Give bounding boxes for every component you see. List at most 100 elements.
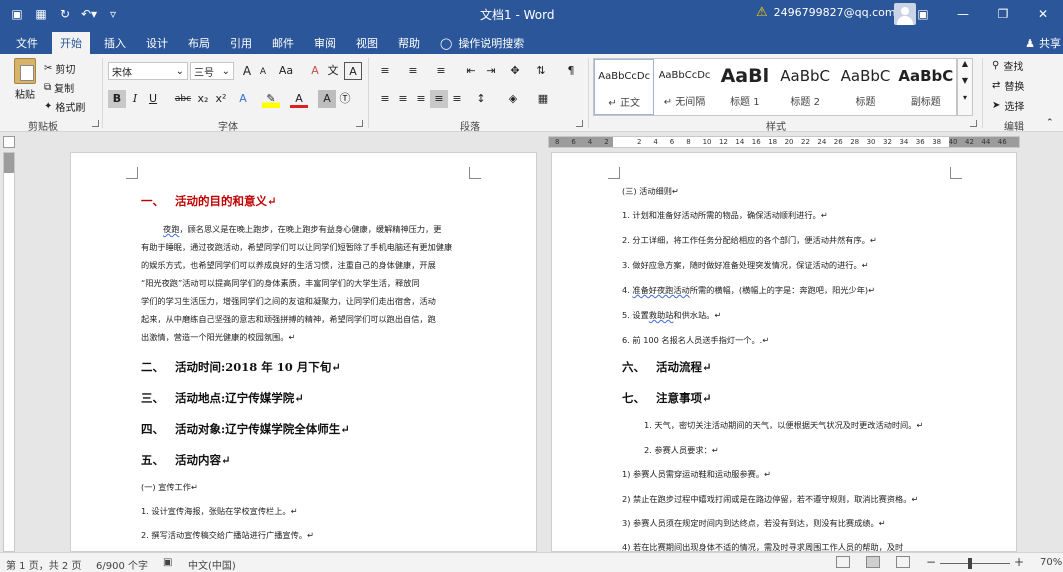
phonetic-guide-icon[interactable]: 文 <box>324 62 342 80</box>
text-effects-button[interactable]: A <box>234 90 252 108</box>
align-right-icon[interactable]: ≡ <box>412 90 430 108</box>
asian-layout-icon[interactable]: ✥ <box>506 62 524 80</box>
style-title[interactable]: AaBbC 标题 <box>835 59 895 115</box>
style-no-spacing[interactable]: AaBbCcDc ↵ 无间隔 <box>654 59 714 115</box>
underline-button[interactable]: U <box>144 90 162 108</box>
zoom-in-icon[interactable]: + <box>1014 555 1024 569</box>
character-border-button[interactable]: A <box>344 62 362 80</box>
ribbon-display-icon[interactable]: ▣ <box>903 0 943 28</box>
bullets-icon[interactable]: ≡ <box>376 62 394 80</box>
redo-icon[interactable]: ↻ <box>56 5 74 23</box>
enclose-characters-icon[interactable]: Ⓣ <box>336 90 354 108</box>
distributed-icon[interactable]: ≡ <box>448 90 466 108</box>
tab-review[interactable]: 审阅 <box>306 32 344 54</box>
tab-view[interactable]: 视图 <box>348 32 386 54</box>
spell-flagged-word[interactable]: 夜跑 <box>163 224 179 234</box>
zoom-slider-thumb[interactable] <box>968 558 972 569</box>
borders-icon[interactable]: ▦ <box>534 90 552 108</box>
font-color-button[interactable]: A <box>290 90 308 108</box>
save-icon[interactable]: ▣ <box>8 5 26 23</box>
multilevel-list-icon[interactable]: ≡ <box>432 62 450 80</box>
document-page-1[interactable]: 一、 活动的目的和意义↵ 夜跑，顾名思义是在晚上跑步，在晚上跑步有益身心健康，缓解… <box>70 152 537 552</box>
decrease-indent-icon[interactable]: ⇤ <box>462 62 480 80</box>
tab-insert[interactable]: 插入 <box>96 32 134 54</box>
zoom-slider[interactable] <box>940 563 1010 564</box>
tab-mailings[interactable]: 邮件 <box>264 32 302 54</box>
subscript-button[interactable]: x₂ <box>194 90 212 108</box>
chevron-down-icon[interactable]: ▼ <box>958 76 972 85</box>
change-case-button[interactable]: Aa <box>274 62 298 80</box>
align-center-icon[interactable]: ≡ <box>394 90 412 108</box>
bold-button[interactable]: B <box>108 90 126 108</box>
increase-indent-icon[interactable]: ⇥ <box>482 62 500 80</box>
italic-button[interactable]: I <box>126 90 144 108</box>
shrink-font-button[interactable]: A <box>254 63 272 81</box>
sort-icon[interactable]: ⇅ <box>532 62 550 80</box>
language[interactable]: 中文(中国) <box>188 557 236 572</box>
copy-button[interactable]: ⧉ 复制 <box>44 79 74 95</box>
styles-scroll[interactable]: ▲ ▼ ▾ <box>957 58 973 116</box>
page-count[interactable]: 第 1 页，共 2 页 <box>6 557 81 572</box>
tell-me-search[interactable]: ◯ 操作说明搜索 <box>440 35 524 51</box>
line-spacing-icon[interactable]: ↕ <box>472 90 490 108</box>
shading-icon[interactable]: ◈ <box>504 90 522 108</box>
styles-group-label: 样式 <box>766 122 786 133</box>
style-normal[interactable]: AaBbCcDc ↵ 正文 <box>594 59 655 115</box>
heading-text: 活动的目的和意义↵ <box>175 194 277 208</box>
restore-icon[interactable]: ❐ <box>983 0 1023 28</box>
paragraph-launcher-icon[interactable] <box>576 120 583 127</box>
style-subtitle[interactable]: AaBbC 副标题 <box>896 59 956 115</box>
close-icon[interactable]: ✕ <box>1023 0 1063 28</box>
tab-design[interactable]: 设计 <box>138 32 176 54</box>
vertical-ruler[interactable] <box>3 152 15 552</box>
tab-home[interactable]: 开始 <box>52 32 90 54</box>
font-launcher-icon[interactable] <box>356 120 363 127</box>
select-button[interactable]: ➤ 选择 <box>992 98 1024 113</box>
zoom-out-icon[interactable]: − <box>926 555 936 569</box>
share-button[interactable]: ♟ 共享 <box>1025 35 1061 51</box>
style-heading-1[interactable]: AaBl 标题 1 <box>715 59 775 115</box>
cut-button[interactable]: ✂ 剪切 <box>44 60 75 76</box>
clipboard-launcher-icon[interactable] <box>92 120 99 127</box>
save-as-icon[interactable]: ▦ <box>32 5 50 23</box>
clear-format-button[interactable]: A <box>306 62 324 80</box>
align-left-icon[interactable]: ≡ <box>376 90 394 108</box>
horizontal-ruler[interactable]: 8 6 4 2 2 4 6 8 10 12 14 16 18 20 22 24 26 28 30 32 34 36 38 40… <box>548 136 1020 148</box>
account-area[interactable]: ⚠ 2496799827@qq.com <box>756 5 896 20</box>
tab-help[interactable]: 帮助 <box>390 32 428 54</box>
spell-flagged-word[interactable]: 准备好夜跑活动 <box>632 285 689 295</box>
strikethrough-button[interactable]: abc <box>172 90 194 108</box>
tab-references[interactable]: 引用 <box>222 32 260 54</box>
minimize-icon[interactable]: — <box>943 0 983 28</box>
show-marks-icon[interactable]: ¶ <box>562 62 580 80</box>
tab-layout[interactable]: 布局 <box>180 32 218 54</box>
justify-icon[interactable]: ≡ <box>430 90 448 108</box>
customize-icon[interactable]: ▿ <box>104 5 122 23</box>
print-layout-icon[interactable] <box>866 556 880 568</box>
zoom-level[interactable]: 70% <box>1040 557 1062 568</box>
superscript-button[interactable]: x² <box>212 90 230 108</box>
paste-button[interactable]: 粘贴 <box>10 58 40 101</box>
spell-flagged-word[interactable]: 救助站 <box>649 310 674 320</box>
undo-icon[interactable]: ↶▾ <box>80 5 98 23</box>
word-count[interactable]: 6/900 个字 <box>96 557 148 572</box>
read-mode-icon[interactable] <box>836 556 850 568</box>
document-page-2[interactable]: (三) 活动细则↵ 1. 计划和准备好活动所需的物品，确保活动顺利进行。↵ 2.… <box>551 152 1017 552</box>
expand-gallery-icon[interactable]: ▾ <box>958 93 972 102</box>
tab-selector[interactable] <box>3 136 15 148</box>
proofing-icon[interactable]: ▣ <box>163 557 172 568</box>
font-size-select[interactable]: 三号 ⌄ <box>190 62 234 80</box>
character-shading-button[interactable]: A <box>318 90 336 108</box>
replace-button[interactable]: ⇄ 替换 <box>992 78 1024 93</box>
font-name-select[interactable]: 宋体 ⌄ <box>108 62 188 80</box>
web-layout-icon[interactable] <box>896 556 910 568</box>
format-painter-button[interactable]: ✦ 格式刷 <box>44 98 85 114</box>
tab-file[interactable]: 文件 <box>8 32 46 54</box>
style-heading-2[interactable]: AaBbC 标题 2 <box>775 59 835 115</box>
collapse-ribbon-icon[interactable]: ⌃ <box>1046 118 1054 128</box>
chevron-up-icon[interactable]: ▲ <box>958 59 972 68</box>
find-button[interactable]: ⚲ 查找 <box>992 58 1023 73</box>
numbering-icon[interactable]: ≡ <box>404 62 422 80</box>
highlight-icon[interactable]: ✎ <box>262 90 280 108</box>
styles-launcher-icon[interactable] <box>970 120 977 127</box>
